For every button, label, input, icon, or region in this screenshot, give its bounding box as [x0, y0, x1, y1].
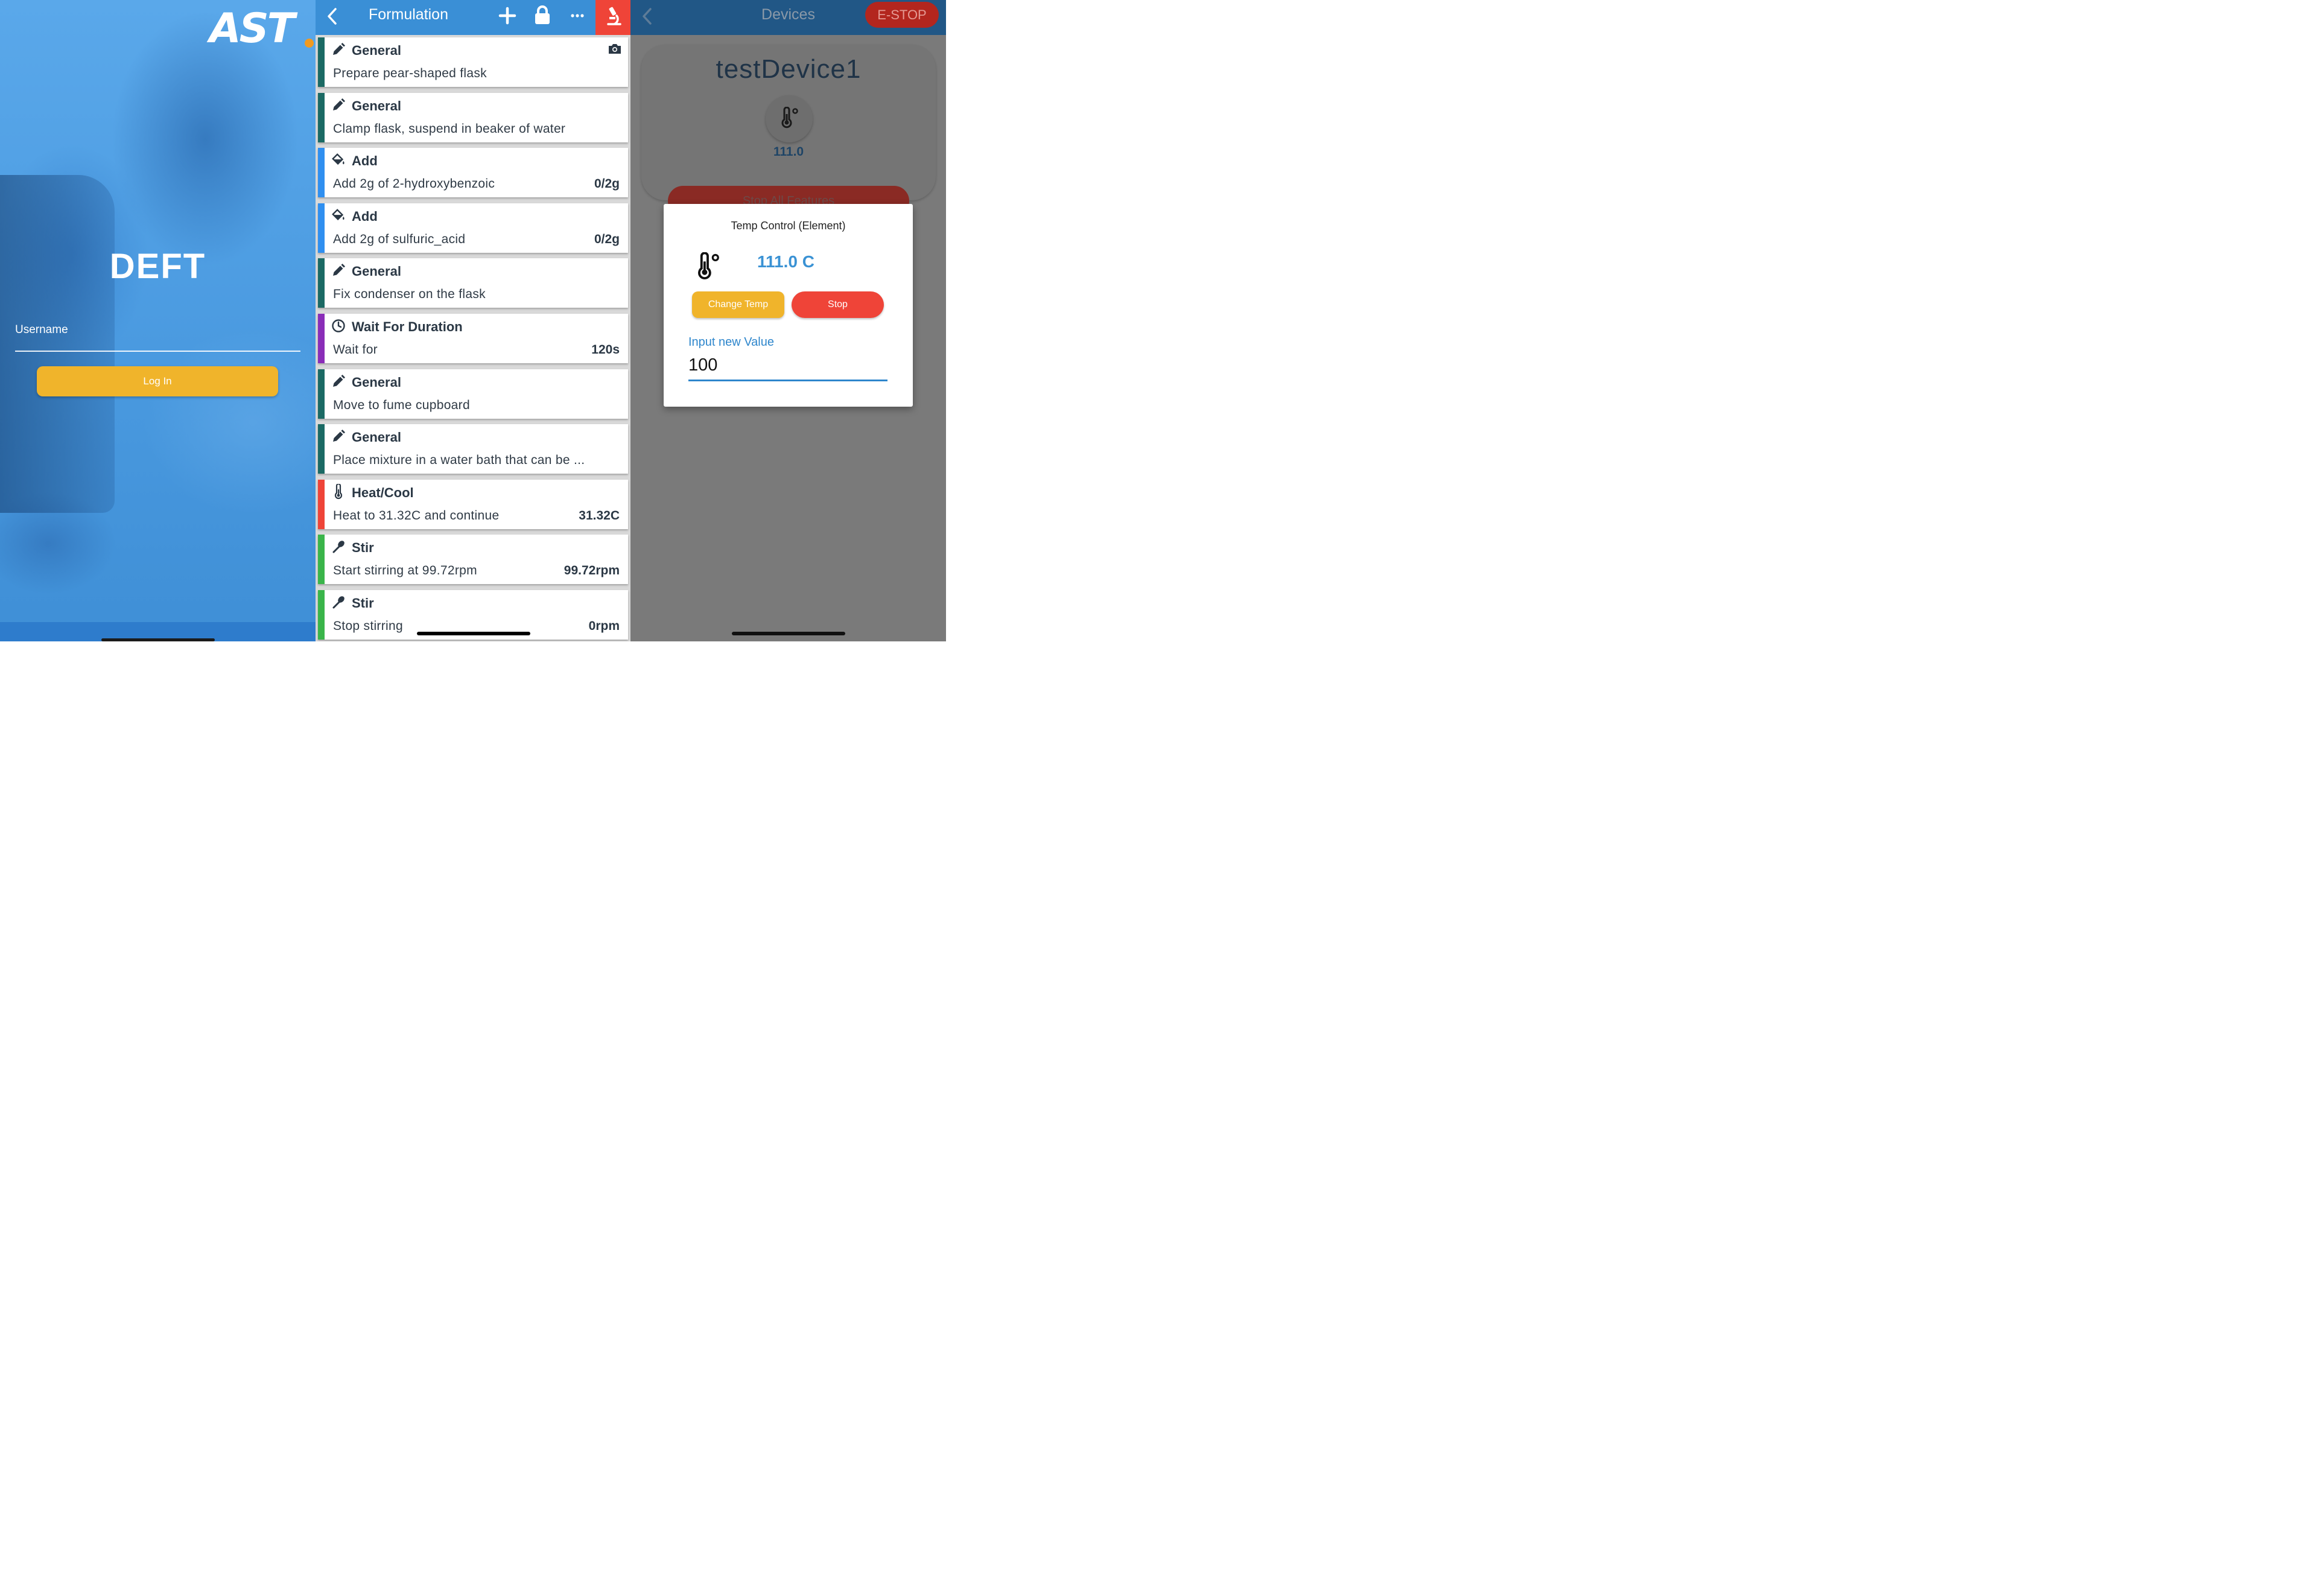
- logo-text: AST: [209, 5, 295, 52]
- lock-icon[interactable]: [534, 5, 551, 28]
- estop-button[interactable]: E-STOP: [865, 2, 939, 28]
- more-icon[interactable]: [570, 8, 585, 26]
- step-value: 31.32C: [579, 508, 620, 523]
- clock-icon: [331, 319, 346, 333]
- step-card[interactable]: General Fix condenser on the flask: [318, 258, 628, 308]
- home-indicator[interactable]: [417, 632, 530, 635]
- step-color-bar: [318, 203, 325, 253]
- paint-bucket-icon: [331, 208, 346, 223]
- stop-button[interactable]: Stop: [792, 291, 884, 318]
- microscope-silhouette: [0, 175, 115, 513]
- step-type: General: [352, 43, 401, 58]
- username-input[interactable]: [15, 351, 300, 352]
- step-description: Add 2g of 2-hydroxybenzoic: [333, 177, 495, 191]
- step-value: 0/2g: [594, 177, 620, 191]
- step-type: General: [352, 374, 401, 390]
- step-description: Prepare pear-shaped flask: [333, 66, 487, 80]
- stir-icon: [331, 595, 346, 609]
- step-type: Stir: [352, 540, 374, 556]
- change-temp-button[interactable]: Change Temp: [692, 291, 784, 318]
- devices-screen: Devices E-STOP testDevice1 111.0 Stop Al…: [630, 0, 946, 641]
- pencil-icon: [331, 42, 346, 57]
- step-card[interactable]: General Place mixture in a water bath tha…: [318, 424, 628, 474]
- step-card[interactable]: Stir Start stirring at 99.72rpm 99.72rpm: [318, 535, 628, 585]
- login-button[interactable]: Log In: [37, 366, 278, 396]
- pencil-icon: [331, 263, 346, 278]
- step-description: Start stirring at 99.72rpm: [333, 564, 477, 578]
- step-value: 99.72rpm: [564, 564, 620, 578]
- step-color-bar: [318, 314, 325, 363]
- step-color-bar: [318, 92, 325, 142]
- plus-icon[interactable]: [498, 6, 517, 28]
- step-card[interactable]: Add Add 2g of sulfuric_acid 0/2g: [318, 203, 628, 253]
- step-color-bar: [318, 258, 325, 308]
- formulation-screen: Formulation General Prepare pear-shaped f…: [316, 0, 630, 641]
- microscope-button[interactable]: [595, 0, 630, 35]
- temp-control-dialog: Temp Control (Element) 111.0 C Change Te…: [664, 204, 913, 407]
- input-label: Input new Value: [688, 335, 774, 349]
- step-card[interactable]: General Clamp flask, suspend in beaker of…: [318, 92, 628, 142]
- step-color-bar: [318, 369, 325, 419]
- step-color-bar: [318, 37, 325, 87]
- step-description: Fix condenser on the flask: [333, 287, 486, 302]
- step-description: Clamp flask, suspend in beaker of water: [333, 121, 566, 136]
- stir-icon: [331, 539, 346, 554]
- home-indicator[interactable]: [732, 632, 845, 635]
- step-type: Add: [352, 153, 378, 169]
- step-type: Stir: [352, 596, 374, 611]
- dialog-title: Temp Control (Element): [731, 220, 846, 232]
- step-color-bar: [318, 535, 325, 585]
- back-chevron-icon[interactable]: [326, 7, 337, 28]
- step-type: General: [352, 430, 401, 445]
- step-card[interactable]: General Move to fume cupboard: [318, 369, 628, 419]
- step-description: Stop stirring: [333, 619, 403, 633]
- device-temp-value: 111.0: [773, 145, 804, 159]
- step-description: Move to fume cupboard: [333, 398, 470, 412]
- step-color-bar: [318, 148, 325, 198]
- device-name: testDevice1: [716, 54, 862, 84]
- thermometer-icon: [331, 483, 346, 499]
- temp-feature-button[interactable]: [766, 95, 813, 142]
- app-title: DEFT: [109, 247, 206, 286]
- step-color-bar: [318, 424, 325, 474]
- step-description: Wait for: [333, 343, 378, 357]
- step-value: 120s: [591, 343, 620, 357]
- ast-logo: AST: [209, 5, 316, 52]
- step-type: General: [352, 264, 401, 279]
- formulation-title: Formulation: [369, 6, 448, 23]
- step-value: 0/2g: [594, 232, 620, 246]
- device-card[interactable]: testDevice1 111.0: [641, 45, 936, 200]
- microscope-icon: [603, 6, 623, 30]
- step-value: 0rpm: [588, 619, 620, 633]
- login-screen: AST DEFT Username Log In: [0, 0, 316, 641]
- step-color-bar: [318, 590, 325, 640]
- step-type: Wait For Duration: [352, 319, 463, 334]
- step-description: Add 2g of sulfuric_acid: [333, 232, 466, 246]
- step-type: Heat/Cool: [352, 485, 414, 500]
- camera-icon[interactable]: [608, 42, 622, 59]
- step-card[interactable]: Heat/Cool Heat to 31.32C and continue 31.3…: [318, 479, 628, 529]
- home-indicator[interactable]: [101, 638, 215, 641]
- username-label: Username: [15, 323, 68, 336]
- thermometer-icon: [778, 106, 800, 132]
- step-type: General: [352, 98, 401, 113]
- step-description: Heat to 31.32C and continue: [333, 508, 500, 523]
- paint-bucket-icon: [331, 153, 346, 167]
- step-card[interactable]: Add Add 2g of 2-hydroxybenzoic 0/2g: [318, 148, 628, 198]
- pencil-icon: [331, 429, 346, 443]
- pencil-icon: [331, 374, 346, 389]
- step-description: Place mixture in a water bath that can b…: [333, 453, 585, 468]
- step-card[interactable]: Wait For Duration Wait for 120s: [318, 314, 628, 363]
- new-value-input[interactable]: [688, 351, 887, 381]
- formulation-header: Formulation: [316, 0, 630, 35]
- step-card[interactable]: General Prepare pear-shaped flask: [318, 37, 628, 87]
- thermometer-icon: [694, 252, 722, 283]
- devices-header: Devices E-STOP: [630, 0, 946, 35]
- logo-dot: [305, 39, 314, 48]
- step-type: Add: [352, 208, 378, 224]
- current-temp: 111.0 C: [757, 252, 814, 271]
- pencil-icon: [331, 98, 346, 112]
- step-color-bar: [318, 479, 325, 529]
